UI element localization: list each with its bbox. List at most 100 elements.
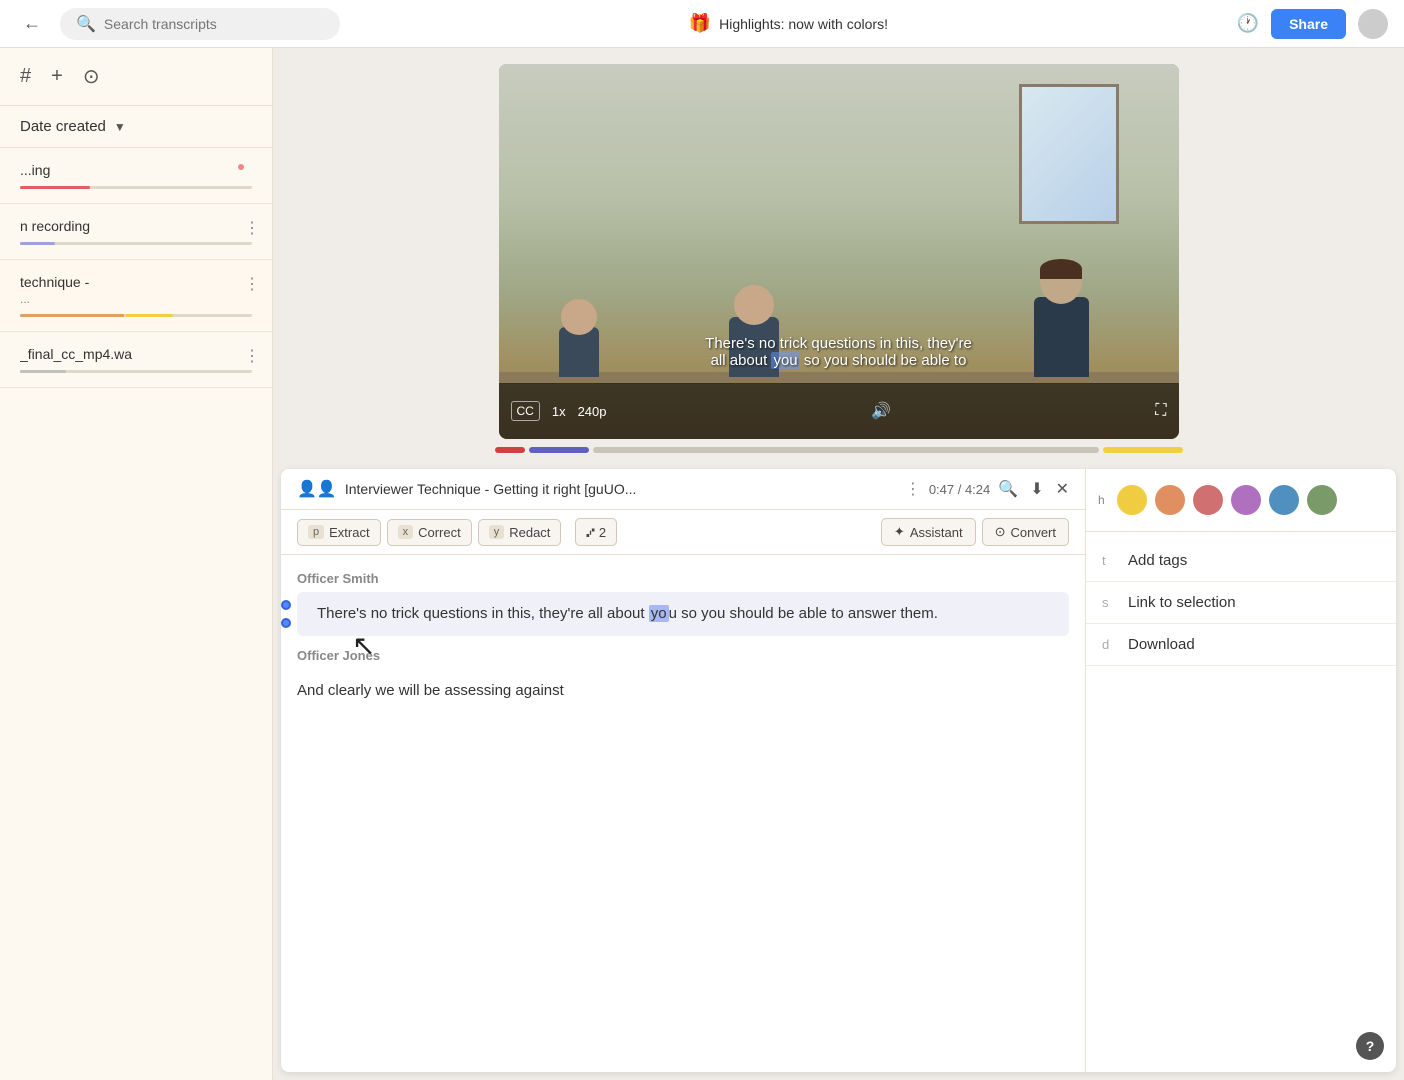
- avatar: [1358, 9, 1388, 39]
- redact-button[interactable]: y Redact: [478, 519, 562, 546]
- person-2-head: [734, 285, 774, 325]
- subtitle-text2: all about: [711, 352, 768, 369]
- window: [1019, 84, 1119, 224]
- selection-handle-top[interactable]: [281, 600, 291, 610]
- highlights-button[interactable]: 🎁 Highlights: now with colors!: [352, 13, 1225, 34]
- progress-bar-fill: [20, 370, 66, 373]
- redact-key: y: [489, 525, 505, 539]
- sort-dropdown-arrow: ▼: [114, 120, 126, 134]
- transcript-text-block: There's no trick questions in this, they…: [297, 592, 1069, 636]
- add-tags-action[interactable]: t Add tags: [1086, 540, 1396, 582]
- color-orange[interactable]: [1155, 485, 1185, 515]
- time-icon[interactable]: 🕐: [1237, 13, 1259, 34]
- progress-bar-fill-2: [126, 314, 172, 317]
- correct-button[interactable]: x Correct: [387, 519, 472, 546]
- back-icon: ←: [23, 13, 41, 34]
- color-purple[interactable]: [1231, 485, 1261, 515]
- search-input[interactable]: [104, 16, 304, 32]
- video-subtitle: There's no trick questions in this, they…: [499, 335, 1179, 369]
- color-key-label: h: [1098, 493, 1105, 507]
- correct-key: x: [398, 525, 414, 539]
- hashtag-icon[interactable]: #: [20, 65, 31, 88]
- add-tags-label: Add tags: [1128, 552, 1187, 569]
- progress-segments: [479, 439, 1199, 461]
- progress-bar-track: [20, 370, 252, 373]
- close-icon[interactable]: ✕: [1056, 479, 1069, 499]
- add-tags-key: t: [1102, 553, 1118, 568]
- item-menu-button[interactable]: ⋮: [244, 218, 260, 238]
- quality-button[interactable]: 240p: [578, 404, 607, 419]
- video-player[interactable]: ▶ There's no trick questions in this, th…: [499, 64, 1179, 439]
- share-button[interactable]: Share: [1271, 9, 1346, 39]
- progress-bar-fill: [20, 242, 55, 245]
- date-created-label: Date created: [20, 118, 106, 135]
- date-created-bar[interactable]: Date created ▼: [0, 106, 272, 148]
- list-item-title: _final_cc_mp4.wa: [20, 346, 252, 362]
- main-layout: # + ⊙ Date created ▼ ...ing n: [0, 48, 1404, 1080]
- segment-2: [529, 447, 589, 453]
- help-button[interactable]: ?: [1356, 1032, 1384, 1060]
- link-to-selection-action[interactable]: s Link to selection: [1086, 582, 1396, 624]
- speed-button[interactable]: 1x: [552, 404, 566, 419]
- progress-bar-fill: [20, 314, 124, 317]
- color-pink[interactable]: [1193, 485, 1223, 515]
- transcript-text-before: There's no trick questions in this, they…: [317, 605, 649, 622]
- download-action[interactable]: d Download: [1086, 624, 1396, 666]
- list-item[interactable]: ...ing: [0, 148, 272, 204]
- selection-handle-bottom[interactable]: [281, 618, 291, 628]
- sidebar-list: ...ing n recording ⋮ technique -: [0, 148, 272, 1080]
- subtitle-text1: There's no trick questions in this, they…: [705, 335, 972, 352]
- cc-button[interactable]: CC: [511, 401, 540, 421]
- transcript-icon: 👤👤: [297, 479, 337, 499]
- branch-button[interactable]: ⑇ 2: [575, 518, 617, 546]
- highlights-label: Highlights: now with colors!: [719, 16, 888, 32]
- sidebar-icons: # + ⊙: [0, 48, 272, 106]
- download-icon[interactable]: ⬇: [1030, 479, 1043, 499]
- speaker-name: Officer Smith: [297, 571, 1069, 586]
- color-blue[interactable]: [1269, 485, 1299, 515]
- assistant-button[interactable]: ✦ Assistant: [881, 518, 976, 546]
- speaker-name-2: Officer Jones: [297, 648, 1069, 663]
- assistant-label: Assistant: [910, 525, 963, 540]
- filter-icon[interactable]: ⊙: [83, 64, 100, 89]
- segment-3: [593, 447, 1099, 453]
- transcript-left: 👤👤 Interviewer Technique - Getting it ri…: [281, 469, 1086, 1072]
- search-icon[interactable]: 🔍: [998, 479, 1018, 499]
- branch-count: 2: [599, 525, 606, 540]
- color-green[interactable]: [1307, 485, 1337, 515]
- extract-label: Extract: [329, 525, 369, 540]
- list-item-title: technique -: [20, 274, 252, 290]
- top-bar: ← 🔍 🎁 Highlights: now with colors! 🕐 Sha…: [0, 0, 1404, 48]
- content-area: ▶ There's no trick questions in this, th…: [273, 48, 1404, 1080]
- person-3-head: [1040, 259, 1082, 304]
- more-options-icon[interactable]: ⋮: [905, 479, 921, 499]
- add-icon[interactable]: +: [51, 65, 63, 88]
- list-item[interactable]: n recording ⋮: [0, 204, 272, 260]
- fullscreen-button[interactable]: ⛶: [1155, 402, 1166, 420]
- color-yellow[interactable]: [1117, 485, 1147, 515]
- list-item[interactable]: technique - ... ⋮: [0, 260, 272, 332]
- transcript-time: 0:47 / 4:24: [929, 482, 990, 497]
- volume-button[interactable]: 🔊: [871, 401, 891, 421]
- item-menu-button[interactable]: ⋮: [244, 346, 260, 366]
- help-area: ?: [1086, 1020, 1396, 1072]
- convert-button[interactable]: ⊙ Convert: [982, 518, 1069, 546]
- item-menu-button[interactable]: ⋮: [244, 274, 260, 294]
- back-button[interactable]: ←: [16, 8, 48, 40]
- subtitle-text3: so you should be able to: [804, 352, 967, 369]
- extract-button[interactable]: p Extract: [297, 519, 381, 546]
- segment-1: [495, 447, 525, 453]
- subtitle-highlight: you: [771, 352, 799, 369]
- transcript-text-2-content: And clearly we will be assessing against: [297, 682, 564, 699]
- download-label: Download: [1128, 636, 1195, 653]
- progress-bar-track: [20, 186, 252, 189]
- transcript-panel: 👤👤 Interviewer Technique - Getting it ri…: [281, 469, 1396, 1072]
- highlighted-word: yo: [649, 605, 669, 622]
- branch-icon: ⑇: [586, 524, 594, 540]
- transcript-title: Interviewer Technique - Getting it right…: [345, 481, 897, 497]
- list-item[interactable]: _final_cc_mp4.wa ⋮: [0, 332, 272, 388]
- sidebar: # + ⊙ Date created ▼ ...ing n: [0, 48, 273, 1080]
- link-to-selection-label: Link to selection: [1128, 594, 1236, 611]
- highlights-icon: 🎁: [689, 13, 711, 34]
- person-1-head: [561, 299, 597, 335]
